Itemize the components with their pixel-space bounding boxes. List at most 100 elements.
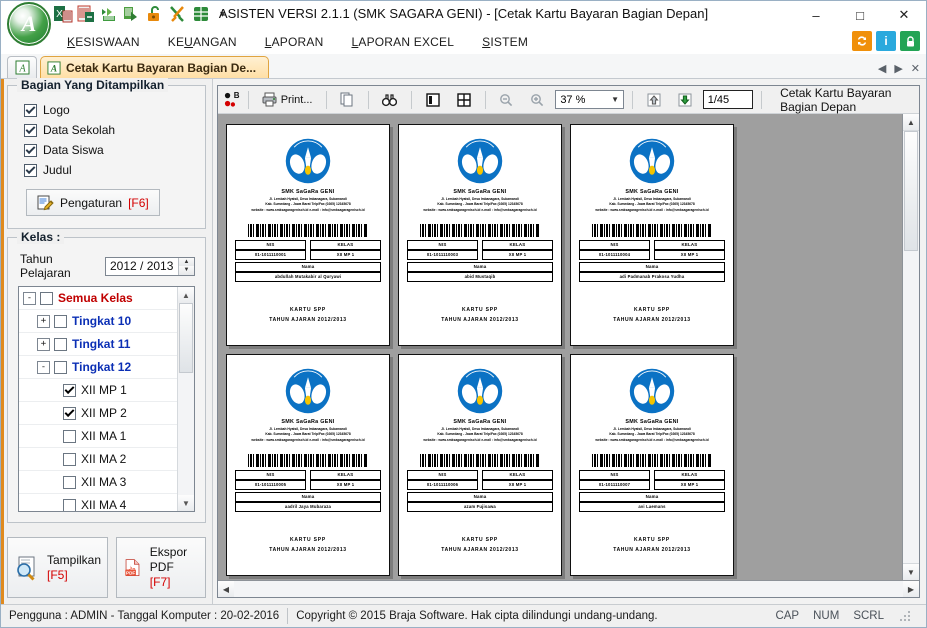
info-icon[interactable]: i bbox=[876, 31, 896, 51]
checkbox-row-data-sekolah[interactable]: Data Sekolah bbox=[24, 123, 195, 137]
chevron-down-icon[interactable]: ▼ bbox=[607, 91, 623, 108]
report-export-icon[interactable] bbox=[76, 4, 96, 24]
tree-checkbox-xii-mp-1[interactable] bbox=[63, 383, 76, 397]
card-preview[interactable]: SMK SaGaRa GENI Jl. Lembah Hyatsil, Desa… bbox=[398, 354, 562, 576]
scroll-track[interactable] bbox=[903, 131, 919, 563]
tab-next-icon[interactable]: ▶ bbox=[894, 62, 902, 75]
checkbox-data-siswa[interactable] bbox=[24, 143, 37, 157]
tree-row-xii-ma-4[interactable]: XII MA 4 bbox=[19, 494, 177, 511]
tree-row-tingkat-12[interactable]: - Tingkat 12 bbox=[19, 356, 177, 379]
tree-checkbox-xii-ma-1[interactable] bbox=[63, 429, 76, 443]
menu-kesiswaan[interactable]: KKESISWAANESISWAAN bbox=[53, 32, 154, 52]
card-preview[interactable]: SMK SaGaRa GENI Jl. Lembah Hyatsil, Desa… bbox=[226, 354, 390, 576]
tab-close-icon[interactable]: ✕ bbox=[911, 62, 920, 75]
report-horizontal-scrollbar[interactable]: ◀ ▶ bbox=[218, 580, 919, 597]
expander-icon[interactable]: - bbox=[23, 291, 36, 305]
tree-scroll-track[interactable] bbox=[178, 373, 194, 495]
menu-laporan[interactable]: LAPORAN bbox=[251, 32, 338, 52]
scroll-left-icon[interactable]: ◀ bbox=[218, 581, 234, 597]
tree-row-semua-kelas[interactable]: - Semua Kelas bbox=[19, 287, 177, 310]
lock-icon[interactable] bbox=[900, 31, 920, 51]
scroll-down-icon[interactable]: ▼ bbox=[903, 563, 919, 580]
tree-scroll-up-icon[interactable]: ▲ bbox=[178, 287, 194, 303]
checkbox-row-judul[interactable]: Judul bbox=[24, 163, 195, 177]
zoom-in-button[interactable] bbox=[524, 89, 550, 111]
menu-keuangan[interactable]: KEUANGAN bbox=[154, 32, 251, 52]
report-canvas: SMK SaGaRa GENI Jl. Lembah Hyatsil, Desa… bbox=[218, 114, 919, 580]
tree-row-xii-ma-1[interactable]: XII MA 1 bbox=[19, 425, 177, 448]
tahun-pelajaran-spinner[interactable]: 2012 / 2013 ▲ ▼ bbox=[105, 256, 195, 276]
page-number-input[interactable]: 1/45 bbox=[702, 90, 754, 109]
scroll-thumb[interactable] bbox=[904, 131, 918, 251]
tree-checkbox-xii-ma-4[interactable] bbox=[63, 498, 76, 511]
card-preview[interactable]: SMK SaGaRa GENI Jl. Lembah Hyatsil, Desa… bbox=[398, 124, 562, 346]
tree-checkbox-tingkat-11[interactable] bbox=[54, 337, 67, 351]
tree-checkbox-xii-mp-2[interactable] bbox=[63, 406, 76, 420]
tree-checkbox-tingkat-10[interactable] bbox=[54, 314, 67, 328]
menu-sistem[interactable]: SISTEM bbox=[468, 32, 542, 52]
card-preview[interactable]: SMK SaGaRa GENI Jl. Lembah Hyatsil, Desa… bbox=[570, 354, 734, 576]
scroll-up-icon[interactable]: ▲ bbox=[903, 114, 919, 131]
tree-row-xii-mp-1[interactable]: XII MP 1 bbox=[19, 379, 177, 402]
tree-checkbox-tingkat-12[interactable] bbox=[54, 360, 67, 374]
tree-checkbox-semua-kelas[interactable] bbox=[40, 291, 53, 305]
tree-scroll-thumb[interactable] bbox=[179, 303, 193, 373]
copy-button[interactable] bbox=[334, 89, 360, 111]
checkbox-judul[interactable] bbox=[24, 163, 37, 177]
tab-home-button[interactable]: A bbox=[7, 56, 37, 78]
report-vertical-scrollbar[interactable]: ▲ ▼ bbox=[902, 114, 919, 580]
tampilkan-button[interactable]: Tampilkan [F5] bbox=[7, 537, 109, 598]
expander-icon[interactable]: - bbox=[37, 360, 50, 374]
scroll-right-icon[interactable]: ▶ bbox=[903, 581, 919, 597]
next-page-button[interactable] bbox=[672, 89, 698, 111]
tree-row-xii-ma-3[interactable]: XII MA 3 bbox=[19, 471, 177, 494]
resize-grip-icon[interactable] bbox=[898, 609, 912, 623]
data-green2-icon[interactable] bbox=[122, 4, 142, 24]
prev-page-button[interactable] bbox=[641, 89, 667, 111]
tree-row-xii-mp-2[interactable]: XII MP 2 bbox=[19, 402, 177, 425]
pengaturan-button[interactable]: Pengaturan [F6] bbox=[26, 189, 160, 216]
tree-row-tingkat-10[interactable]: + Tingkat 10 bbox=[19, 310, 177, 333]
single-page-view-button[interactable] bbox=[420, 89, 446, 111]
tree-row-tingkat-11[interactable]: + Tingkat 11 bbox=[19, 333, 177, 356]
print-button[interactable]: Print... bbox=[257, 89, 318, 111]
excel-export-icon[interactable]: X bbox=[53, 4, 73, 24]
tree-checkbox-xii-ma-2[interactable] bbox=[63, 452, 76, 466]
unlock-icon[interactable] bbox=[145, 4, 165, 24]
ekspor-pdf-button[interactable]: PDF Ekspor PDF [F7] bbox=[116, 537, 206, 598]
quick-access-toolbar[interactable]: X ▾ bbox=[53, 4, 225, 24]
database-icon[interactable] bbox=[191, 4, 211, 24]
multi-page-view-button[interactable] bbox=[451, 89, 477, 111]
tahun-pelajaran-value[interactable]: 2012 / 2013 bbox=[106, 258, 178, 275]
refresh-icon[interactable] bbox=[852, 31, 872, 51]
tree-row-xii-ma-2[interactable]: XII MA 2 bbox=[19, 448, 177, 471]
kelas-tree[interactable]: - Semua Kelas + Tingkat 10 + Tingkat 11 … bbox=[18, 286, 195, 512]
expander-icon[interactable]: + bbox=[37, 314, 50, 328]
menu-laporan-excel[interactable]: LAPORAN EXCEL bbox=[337, 32, 468, 52]
spinner-down-icon[interactable]: ▼ bbox=[179, 266, 194, 275]
qat-dropdown-icon[interactable]: ▾ bbox=[220, 9, 225, 20]
zoom-out-button[interactable] bbox=[493, 89, 519, 111]
tab-cetak-kartu-bayaran[interactable]: A Cetak Kartu Bayaran Bagian De... bbox=[40, 56, 270, 78]
tree-checkbox-xii-ma-3[interactable] bbox=[63, 475, 76, 489]
expander-icon[interactable]: + bbox=[37, 337, 50, 351]
checkbox-row-data-siswa[interactable]: Data Siswa bbox=[24, 143, 195, 157]
tree-scrollbar[interactable]: ▲ ▼ bbox=[177, 287, 194, 511]
tools-icon[interactable] bbox=[168, 4, 188, 24]
close-button[interactable]: ✕ bbox=[882, 1, 926, 29]
checkbox-data-sekolah[interactable] bbox=[24, 123, 37, 137]
checkbox-logo[interactable] bbox=[24, 103, 37, 117]
zoom-level-select[interactable]: 37 % ▼ bbox=[555, 90, 625, 109]
spinner-buttons[interactable]: ▲ ▼ bbox=[178, 257, 194, 275]
checkbox-row-logo[interactable]: Logo bbox=[24, 103, 195, 117]
minimize-button[interactable]: – bbox=[794, 1, 838, 29]
card-preview[interactable]: SMK SaGaRa GENI Jl. Lembah Hyatsil, Desa… bbox=[570, 124, 734, 346]
data-green-icon[interactable] bbox=[99, 4, 119, 24]
find-button[interactable] bbox=[377, 89, 403, 111]
tree-scroll-down-icon[interactable]: ▼ bbox=[178, 495, 194, 511]
hscroll-track[interactable] bbox=[234, 581, 903, 597]
maximize-button[interactable]: □ bbox=[838, 1, 882, 29]
spinner-up-icon[interactable]: ▲ bbox=[179, 257, 194, 266]
tab-prev-icon[interactable]: ◀ bbox=[878, 62, 886, 75]
card-preview[interactable]: SMK SaGaRa GENI Jl. Lembah Hyatsil, Desa… bbox=[226, 124, 390, 346]
